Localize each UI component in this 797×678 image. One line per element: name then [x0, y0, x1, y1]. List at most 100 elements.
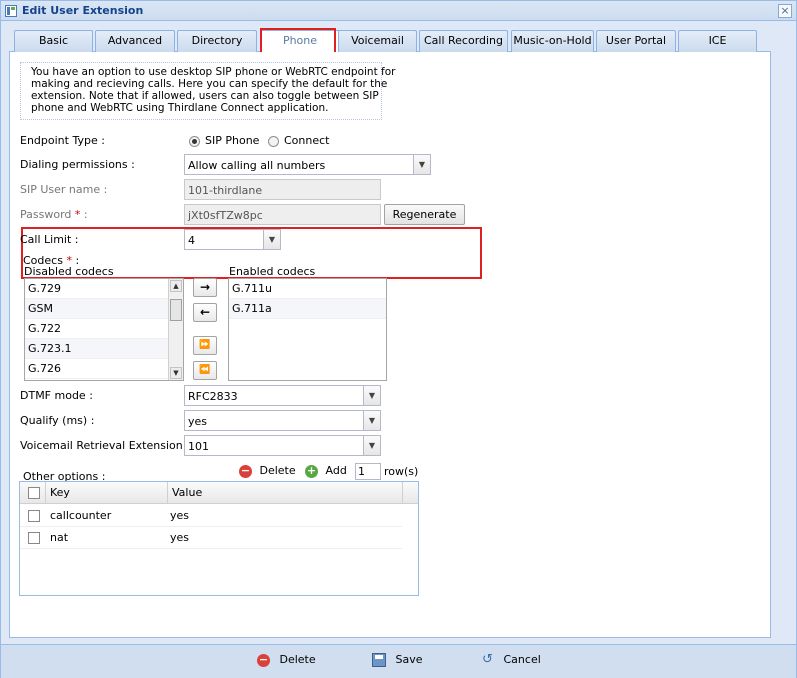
rows-count-input[interactable]: 1: [355, 463, 381, 480]
info-line: extension. Note that if allowed, users c…: [31, 90, 379, 102]
voicemail-retrieval-value: 101: [188, 440, 209, 453]
save-button-label: Save: [395, 653, 423, 666]
voicemail-retrieval-label: Voicemail Retrieval Extension :: [20, 439, 190, 452]
dropdown-arrow-icon[interactable]: ▼: [263, 230, 280, 249]
other-options-grid: Key Value callcounter yes nat yes: [19, 481, 419, 596]
active-tab-highlight: [260, 28, 336, 54]
cancel-button-label: Cancel: [503, 653, 541, 666]
select-all-checkbox[interactable]: [28, 487, 40, 499]
save-icon: [372, 653, 386, 667]
call-limit-label: Call Limit :: [20, 233, 79, 246]
tab-strip: Basic Advanced Directory Phone Voicemail…: [9, 27, 771, 53]
enabled-codecs-list[interactable]: G.711u G.711a: [228, 278, 387, 381]
info-line: phone and WebRTC using Thirdlane Connect…: [31, 102, 329, 114]
delete-row-button[interactable]: − Delete: [239, 464, 296, 478]
row-value: yes: [170, 531, 190, 544]
password-field[interactable]: jXt0sfTZw8pc: [184, 204, 381, 225]
sip-user-name-field[interactable]: 101-thirdlane: [184, 179, 381, 200]
add-icon: +: [305, 463, 318, 478]
row-value: yes: [170, 509, 190, 522]
list-item[interactable]: G.711u: [229, 279, 386, 299]
dropdown-arrow-icon[interactable]: ▼: [363, 386, 380, 405]
regenerate-button[interactable]: Regenerate: [384, 204, 465, 225]
double-arrow-left-icon[interactable]: ⏪: [193, 361, 217, 380]
endpoint-type-label: Endpoint Type :: [20, 134, 105, 147]
radio-icon[interactable]: [268, 136, 279, 147]
table-row[interactable]: callcounter yes: [20, 505, 402, 527]
delete-icon: −: [239, 463, 252, 478]
disabled-codecs-scrollbar[interactable]: ▲ ▼: [168, 279, 183, 380]
arrow-left-icon[interactable]: ←: [193, 303, 217, 322]
info-line: making and recieving calls. Here you can…: [31, 78, 388, 90]
tab-ice[interactable]: ICE: [678, 30, 757, 52]
dialing-permissions-select[interactable]: Allow calling all numbers ▼: [184, 154, 431, 175]
info-box: You have an option to use desktop SIP ph…: [20, 62, 396, 120]
dropdown-arrow-icon[interactable]: ▼: [413, 155, 430, 174]
info-line: You have an option to use desktop SIP ph…: [31, 66, 396, 78]
delete-row-label: Delete: [259, 464, 296, 477]
cancel-button[interactable]: ↺ Cancel: [482, 653, 541, 667]
list-item[interactable]: GSM: [25, 299, 183, 319]
radio-icon[interactable]: [189, 136, 200, 147]
call-limit-value: 4: [188, 234, 195, 247]
tab-basic[interactable]: Basic: [14, 30, 93, 52]
grid-header-value[interactable]: Value: [168, 482, 403, 504]
phone-tab-panel: You have an option to use desktop SIP ph…: [9, 52, 771, 638]
qualify-value: yes: [188, 415, 208, 428]
arrow-right-icon[interactable]: →: [193, 278, 217, 297]
tab-advanced[interactable]: Advanced: [95, 30, 175, 52]
edit-user-extension-window: Edit User Extension × Basic Advanced Dir…: [0, 0, 797, 678]
tab-voicemail[interactable]: Voicemail: [338, 30, 417, 52]
window-footer: − Delete Save ↺ Cancel: [1, 644, 796, 678]
enabled-codecs-title: Enabled codecs: [229, 265, 316, 278]
tab-call-recording[interactable]: Call Recording: [419, 30, 508, 52]
save-button[interactable]: Save: [372, 653, 423, 667]
table-row[interactable]: nat yes: [20, 527, 402, 549]
scroll-thumb[interactable]: [170, 299, 182, 321]
dropdown-arrow-icon[interactable]: ▼: [363, 436, 380, 455]
dtmf-mode-label: DTMF mode :: [20, 389, 93, 402]
list-item[interactable]: G.711a: [229, 299, 386, 319]
grid-header: Key Value: [20, 482, 418, 504]
disabled-codecs-list[interactable]: G.729 GSM G.722 G.723.1 G.726 ▲ ▼: [24, 278, 184, 381]
list-item[interactable]: G.722: [25, 319, 183, 339]
list-item[interactable]: G.726: [25, 359, 183, 379]
window-title: Edit User Extension: [22, 4, 144, 17]
qualify-label: Qualify (ms) :: [20, 414, 95, 427]
row-checkbox[interactable]: [28, 510, 40, 522]
dtmf-mode-value: RFC2833: [188, 390, 238, 403]
dialing-permissions-value: Allow calling all numbers: [188, 159, 326, 172]
delete-button[interactable]: − Delete: [257, 653, 316, 667]
add-row-label: Add: [325, 464, 347, 477]
voicemail-retrieval-select[interactable]: 101 ▼: [184, 435, 381, 456]
double-arrow-right-icon[interactable]: ⏩: [193, 336, 217, 355]
dialing-permissions-label: Dialing permissions :: [20, 158, 135, 171]
dtmf-mode-select[interactable]: RFC2833 ▼: [184, 385, 381, 406]
call-limit-select[interactable]: 4 ▼: [184, 229, 281, 250]
delete-icon: −: [257, 652, 270, 667]
row-checkbox[interactable]: [28, 532, 40, 544]
grid-header-key[interactable]: Key: [46, 482, 168, 504]
radio-sip-phone-label[interactable]: SIP Phone: [205, 134, 259, 147]
scroll-down-icon[interactable]: ▼: [170, 367, 182, 379]
tab-directory[interactable]: Directory: [177, 30, 257, 52]
close-icon[interactable]: ×: [778, 4, 792, 18]
password-label: Password * :: [20, 208, 88, 221]
delete-button-label: Delete: [279, 653, 316, 666]
password-label-text: Password: [20, 208, 72, 221]
grid-header-checkbox-cell: [20, 482, 46, 504]
tab-user-portal[interactable]: User Portal: [596, 30, 676, 52]
list-item[interactable]: G.723.1: [25, 339, 183, 359]
sip-user-name-label: SIP User name :: [20, 183, 108, 196]
radio-connect-label[interactable]: Connect: [284, 134, 329, 147]
dropdown-arrow-icon[interactable]: ▼: [363, 411, 380, 430]
cancel-icon: ↺: [482, 652, 493, 667]
password-label-suffix: :: [80, 208, 88, 221]
disabled-codecs-title: Disabled codecs: [24, 265, 114, 278]
tab-music-on-hold[interactable]: Music-on-Hold: [511, 30, 594, 52]
add-row-button[interactable]: + Add: [305, 464, 347, 478]
window-icon: [5, 5, 17, 17]
list-item[interactable]: G.729: [25, 279, 183, 299]
qualify-select[interactable]: yes ▼: [184, 410, 381, 431]
scroll-up-icon[interactable]: ▲: [170, 280, 182, 292]
